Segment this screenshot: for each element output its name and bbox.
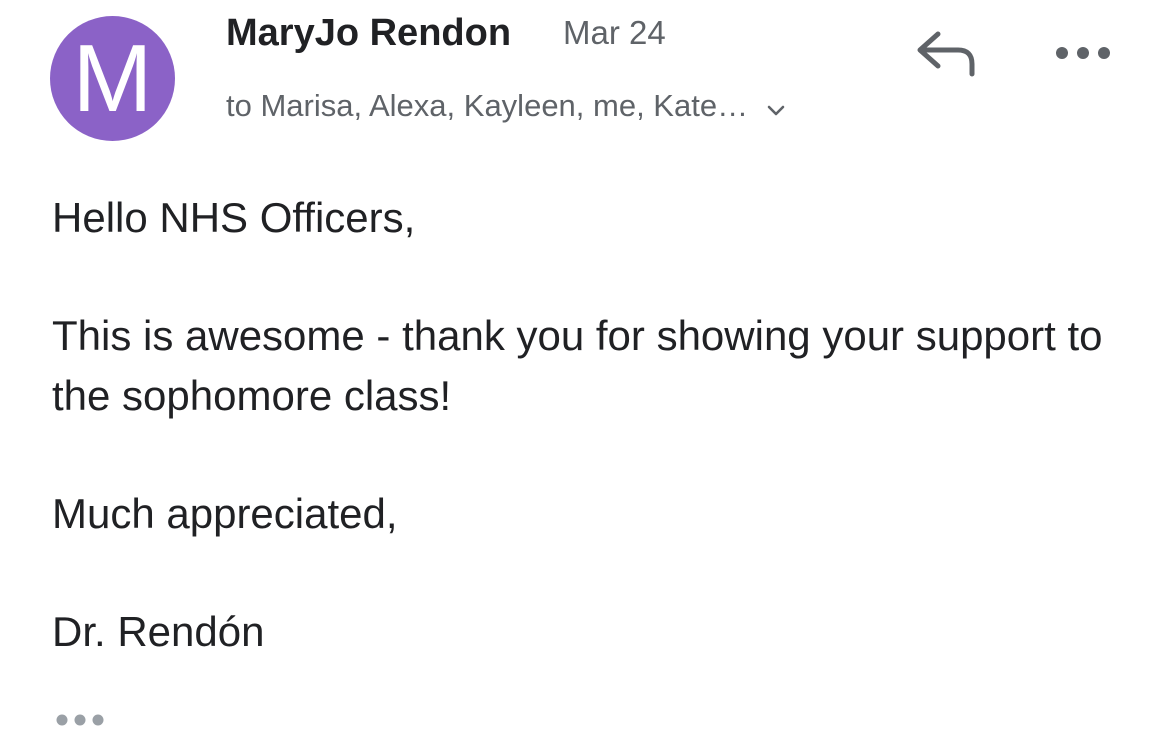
avatar-initial: M: [72, 25, 153, 132]
recipients-toggle[interactable]: to Marisa, Alexa, Kayleen, me, Kate…: [226, 86, 786, 126]
message-text: This is awesome - thank you for showing …: [52, 312, 1103, 419]
sent-date: Mar 24: [563, 14, 666, 51]
reply-arrow-icon: [912, 31, 980, 86]
more-horizontal-icon: [1052, 47, 1114, 72]
message-body: Hello NHS Officers, This is awesome - th…: [52, 188, 1132, 662]
closing: Much appreciated,: [52, 490, 398, 537]
recipients-text: to Marisa, Alexa, Kayleen, me, Kate…: [226, 88, 749, 123]
sender-avatar[interactable]: M: [50, 16, 175, 141]
signature: Dr. Rendón: [52, 608, 265, 655]
greeting: Hello NHS Officers,: [52, 194, 416, 241]
more-options-button[interactable]: [1052, 38, 1114, 68]
show-quoted-text-button[interactable]: [54, 708, 110, 732]
ellipsis-icon: [54, 714, 110, 736]
sender-name[interactable]: MaryJo Rendon: [226, 12, 511, 55]
reply-button[interactable]: [912, 26, 980, 82]
chevron-down-icon: [766, 90, 786, 126]
